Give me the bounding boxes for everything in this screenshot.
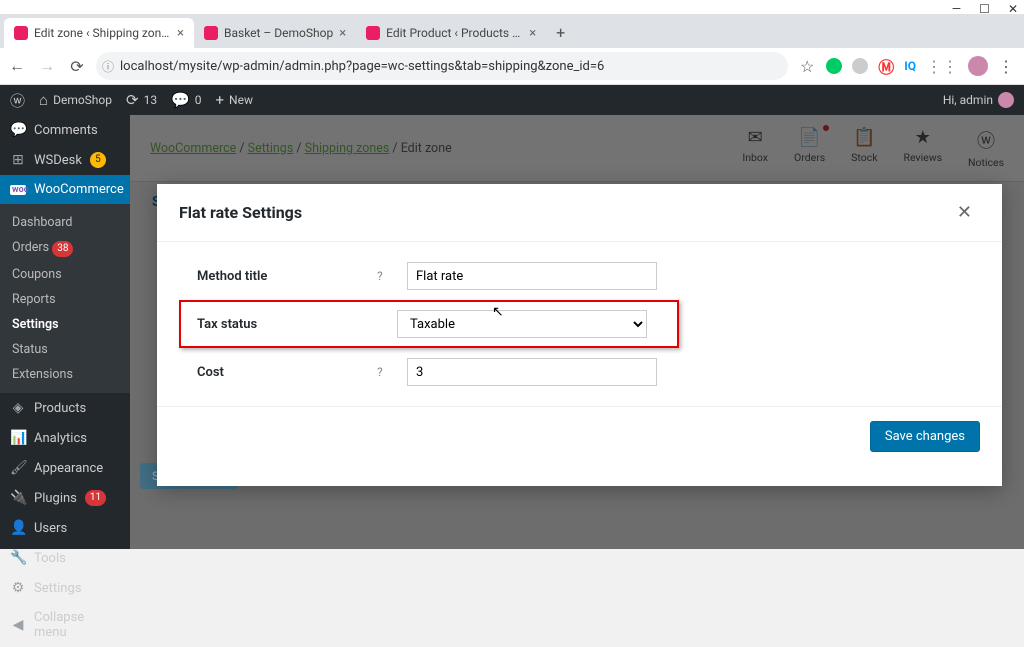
menu-appearance[interactable]: 🖌Appearance (0, 453, 130, 483)
extension-icons: Ⓜ IQ ⋮⋮ ⋮ (826, 54, 1018, 78)
bookmark-icon[interactable]: ☆ (796, 57, 818, 76)
menu-plugins[interactable]: 🔌Plugins 11 (0, 483, 130, 513)
nav-reload-icon[interactable]: ⟳ (66, 57, 88, 76)
menu-products[interactable]: ◈Products (0, 393, 130, 423)
favicon-icon (366, 26, 380, 40)
modal-title: Flat rate Settings (179, 203, 302, 222)
orders-badge: 38 (52, 241, 73, 257)
browser-menu-icon[interactable]: ⋮ (998, 57, 1014, 76)
flat-rate-settings-modal: Flat rate Settings ✕ Method title ? Tax … (157, 184, 1002, 486)
tab-close-icon[interactable]: × (339, 26, 346, 41)
browser-tab-3[interactable]: Edit Product ‹ Products ‹ DemoS × (356, 18, 546, 48)
submenu-reports[interactable]: Reports (0, 287, 130, 312)
avatar-icon (998, 92, 1014, 108)
window-minimize-icon[interactable]: — (952, 2, 961, 12)
plugins-badge: 11 (85, 490, 106, 506)
extension-icon[interactable]: ⋮⋮ (926, 57, 958, 76)
admin-sidebar: 💬Comments ⊞WSDesk 5 wooWooCommerce Dashb… (0, 115, 130, 549)
profile-avatar[interactable] (968, 56, 988, 76)
nav-forward-icon[interactable]: → (36, 56, 58, 76)
tab-close-icon[interactable]: × (177, 26, 184, 41)
tax-status-select[interactable]: Taxable (397, 310, 647, 338)
ab-new[interactable]: +New (216, 91, 253, 109)
browser-tab-1[interactable]: Edit zone ‹ Shipping zones ‹ Setti × (4, 18, 194, 48)
submenu-coupons[interactable]: Coupons (0, 262, 130, 287)
ab-site-name[interactable]: ⌂DemoShop (39, 91, 112, 109)
address-bar[interactable]: ⓘ localhost/mysite/wp-admin/admin.php?pa… (96, 52, 788, 80)
menu-analytics[interactable]: 📊Analytics (0, 423, 130, 453)
favicon-icon (204, 26, 218, 40)
menu-woocommerce[interactable]: wooWooCommerce (0, 175, 130, 204)
window-close-icon[interactable]: ✕ (1008, 2, 1018, 12)
extension-icon[interactable]: IQ (904, 59, 916, 73)
extension-icon[interactable]: Ⓜ (878, 54, 894, 78)
menu-tools[interactable]: 🔧Tools (0, 543, 130, 573)
help-icon[interactable]: ? (377, 269, 397, 283)
woocommerce-submenu: Dashboard Orders 38 Coupons Reports Sett… (0, 204, 130, 393)
browser-tab-2[interactable]: Basket – DemoShop × (194, 18, 356, 48)
tax-status-label: Tax status (197, 317, 357, 332)
new-tab-button[interactable]: + (546, 17, 575, 48)
submenu-status[interactable]: Status (0, 337, 130, 362)
menu-collapse[interactable]: ◀Collapse menu (0, 603, 130, 647)
method-title-input[interactable] (407, 262, 657, 290)
submenu-extensions[interactable]: Extensions (0, 362, 130, 387)
browser-chrome: — ☐ ✕ Edit zone ‹ Shipping zones ‹ Setti… (0, 0, 1024, 85)
menu-users[interactable]: 👤Users (0, 513, 130, 543)
menu-settings[interactable]: ⚙Settings (0, 573, 130, 603)
url-text: localhost/mysite/wp-admin/admin.php?page… (120, 59, 604, 74)
ab-wp-logo[interactable]: ⓦ (10, 90, 25, 111)
window-maximize-icon[interactable]: ☐ (979, 2, 990, 12)
favicon-icon (14, 26, 28, 40)
method-title-label: Method title (197, 269, 367, 284)
submenu-dashboard[interactable]: Dashboard (0, 210, 130, 235)
modal-close-button[interactable]: ✕ (949, 198, 980, 227)
wp-admin-bar: ⓦ ⌂DemoShop ⟳13 💬0 +New Hi, admin (0, 85, 1024, 115)
site-info-icon[interactable]: ⓘ (102, 58, 114, 75)
tab-close-icon[interactable]: × (529, 26, 536, 41)
menu-wsdesk[interactable]: ⊞WSDesk 5 (0, 145, 130, 175)
help-icon[interactable]: ? (377, 365, 397, 379)
tab-label: Basket – DemoShop (224, 26, 333, 40)
cost-input[interactable] (407, 358, 657, 386)
submenu-settings[interactable]: Settings (0, 312, 130, 337)
tab-label: Edit Product ‹ Products ‹ DemoS (386, 26, 523, 40)
ab-comments[interactable]: 💬0 (171, 91, 201, 109)
save-changes-button[interactable]: Save changes (870, 421, 980, 452)
cost-label: Cost (197, 365, 367, 380)
ab-my-account[interactable]: Hi, admin (943, 92, 1014, 108)
extension-icon[interactable] (826, 58, 842, 74)
nav-back-icon[interactable]: ← (6, 56, 28, 76)
menu-comments[interactable]: 💬Comments (0, 115, 130, 145)
ab-updates[interactable]: ⟳13 (126, 91, 157, 109)
tab-label: Edit zone ‹ Shipping zones ‹ Setti (34, 26, 171, 40)
wsdesk-badge: 5 (90, 152, 106, 168)
tax-status-row: Tax status ? Taxable (179, 300, 679, 348)
submenu-orders[interactable]: Orders 38 (0, 235, 130, 262)
browser-tabs: Edit zone ‹ Shipping zones ‹ Setti × Bas… (0, 14, 1024, 48)
extension-icon[interactable] (852, 58, 868, 74)
